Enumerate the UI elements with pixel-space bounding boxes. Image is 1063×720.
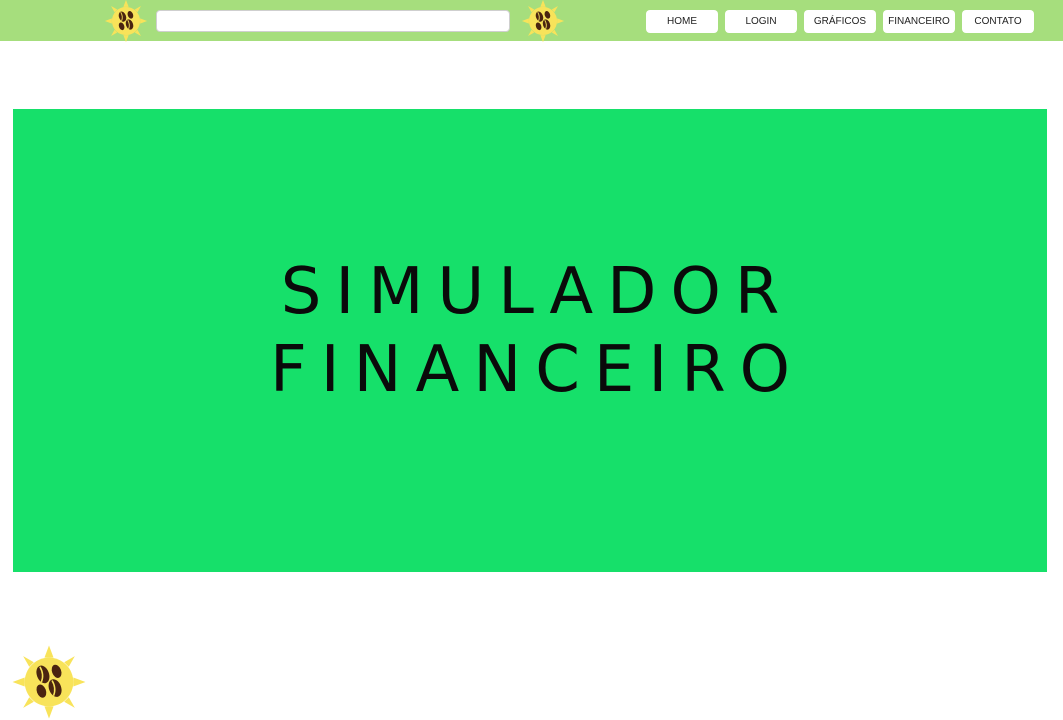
hero-banner: SIMULADOR FINANCEIRO (13, 109, 1047, 572)
page-title: SIMULADOR FINANCEIRO (13, 253, 1047, 409)
search-input[interactable] (156, 10, 510, 32)
page-title-line1: SIMULADOR (280, 255, 794, 329)
nav-financeiro-button[interactable]: FINANCEIRO (883, 10, 955, 33)
page-title-line2: FINANCEIRO (269, 333, 805, 407)
nav-login-button[interactable]: LOGIN (725, 10, 797, 33)
nav-contato-button[interactable]: CONTATO (962, 10, 1034, 33)
nav-graficos-button[interactable]: GRÁFICOS (804, 10, 876, 33)
nav-home-button[interactable]: HOME (646, 10, 718, 33)
sun-coffee-logo-icon[interactable] (104, 0, 148, 43)
top-navbar: HOME LOGIN GRÁFICOS FINANCEIRO CONTATO (0, 0, 1063, 43)
sun-coffee-logo-icon (11, 644, 87, 720)
sun-coffee-logo-icon (521, 0, 565, 43)
